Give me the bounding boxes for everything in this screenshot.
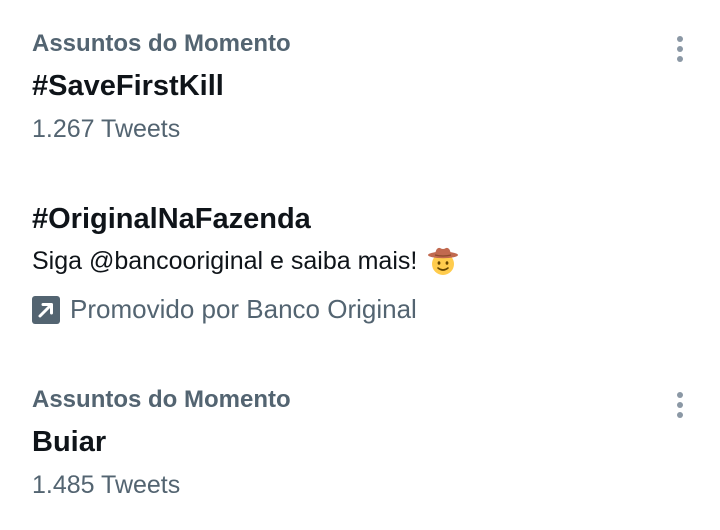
trend-category: Assuntos do Momento bbox=[32, 386, 291, 413]
promoted-description-text: Siga @bancooriginal e saiba mais! bbox=[32, 246, 418, 275]
promoted-by: Promovido por Banco Original bbox=[32, 294, 417, 325]
arrow-up-right-icon bbox=[32, 295, 60, 324]
trend-title[interactable]: Buiar bbox=[32, 426, 106, 459]
trend-category: Assuntos do Momento bbox=[32, 30, 291, 57]
trend-tweet-count: 1.485 Tweets bbox=[32, 471, 181, 499]
promoted-by-label: Promovido por Banco Original bbox=[70, 294, 417, 324]
trend-item[interactable]: Assuntos do Momento #SaveFirstKill 1.267… bbox=[0, 0, 720, 160]
trend-title[interactable]: #OriginalNaFazenda bbox=[32, 203, 311, 236]
trend-tweet-count: 1.267 Tweets bbox=[32, 115, 181, 143]
more-vertical-icon[interactable] bbox=[670, 36, 690, 70]
promoted-trend-item[interactable]: #OriginalNaFazenda Siga @bancooriginal e… bbox=[0, 190, 720, 340]
promoted-description: Siga @bancooriginal e saiba mais! bbox=[32, 245, 459, 277]
more-vertical-icon[interactable] bbox=[670, 392, 690, 426]
trend-item[interactable]: Assuntos do Momento Buiar 1.485 Tweets bbox=[0, 370, 720, 530]
trend-title[interactable]: #SaveFirstKill bbox=[32, 70, 224, 103]
cowboy-hat-face-emoji bbox=[428, 247, 459, 275]
